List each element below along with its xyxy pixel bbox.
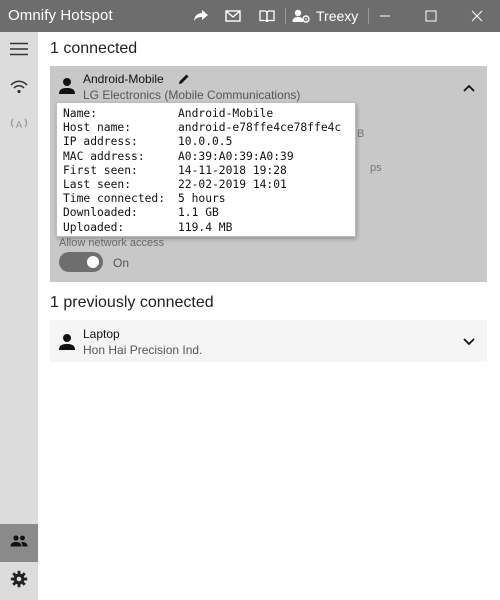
tooltip-value: 5 hours (178, 192, 226, 206)
tooltip-value: 22-02-2019 14:01 (178, 178, 287, 192)
sidebar-item-clients[interactable] (0, 524, 38, 562)
tooltip-key: Name: (63, 107, 98, 120)
gear-icon (10, 570, 28, 593)
minimize-button[interactable] (362, 0, 408, 32)
tooltip-value: 14-11-2018 19:28 (178, 163, 287, 177)
tooltip-row: IP address: 10.0.0.5 (63, 135, 349, 149)
device-name: Android-Mobile (83, 72, 164, 86)
share-icon[interactable] (190, 5, 212, 27)
app-title: Omnify Hotspot (8, 7, 113, 24)
tooltip-key: Last seen: (63, 178, 132, 192)
tooltip-value: 10.0.0.5 (178, 135, 233, 149)
hamburger-menu-icon (10, 42, 28, 61)
mail-icon[interactable] (222, 5, 244, 27)
title-bar: Omnify Hotspot Treexy (0, 0, 500, 32)
people-icon (10, 534, 28, 552)
menu-button[interactable] (0, 32, 38, 70)
toggle-state-label: On (113, 256, 130, 270)
chevron-down-icon[interactable] (461, 334, 477, 350)
device-vendor: LG Electronics (Mobile Communications) (83, 88, 301, 102)
tooltip-key: IP address: (63, 135, 138, 149)
tooltip-key: MAC address: (63, 149, 145, 163)
title-separator (285, 8, 286, 24)
person-icon (58, 77, 76, 95)
sidebar-item-antenna[interactable]: A (0, 108, 38, 146)
tooltip-row: Time connected: 5 hours (63, 192, 349, 206)
tooltip-key: Time connected: (63, 192, 166, 206)
sidebar: A (0, 32, 38, 600)
sidebar-item-settings[interactable] (0, 562, 38, 600)
tooltip-value: 1.1 GB (178, 206, 219, 220)
connected-heading: 1 connected (50, 40, 138, 57)
maximize-button[interactable] (408, 0, 454, 32)
device-name: Laptop (83, 327, 120, 341)
book-icon[interactable] (256, 5, 278, 27)
tooltip-value: 119.4 MB (178, 220, 233, 234)
tooltip-key: Uploaded: (63, 220, 125, 234)
allow-access-label: Allow network access (59, 237, 165, 249)
account-name[interactable]: Treexy (316, 8, 358, 24)
account-settings-icon[interactable] (290, 5, 312, 27)
tooltip-key: Downloaded: (63, 206, 138, 220)
antenna-icon: A (10, 117, 28, 138)
allow-access-toggle[interactable] (59, 252, 103, 272)
tooltip-value: Android-Mobile (178, 107, 274, 120)
tooltip-key: Host name: (63, 121, 132, 135)
tooltip-row: Uploaded: 119.4 MB (63, 221, 349, 235)
person-icon (58, 333, 76, 351)
tooltip-row: MAC address: A0:39:A0:39:A0:39 (63, 150, 349, 164)
sidebar-item-wifi[interactable] (0, 70, 38, 108)
toggle-knob (87, 256, 99, 268)
tooltip-row: Last seen: 22-02-2019 14:01 (63, 178, 349, 192)
previous-device-card[interactable]: Laptop Hon Hai Precision Ind. (50, 320, 487, 362)
tooltip-value: android-e78ffe4ce78ffe4c (178, 121, 342, 135)
wifi-icon (10, 79, 28, 99)
tooltip-row: Host name: android-e78ffe4ce78ffe4c (63, 121, 349, 135)
edit-pencil-icon[interactable] (178, 72, 192, 86)
tooltip-row: Name: Android-Mobile (63, 107, 349, 121)
device-details-tooltip: Name: Android-Mobile Host name: android-e7… (56, 102, 356, 237)
tooltip-key: First seen: (63, 163, 138, 177)
close-button[interactable] (454, 0, 500, 32)
obscured-speed-text: ps (370, 162, 382, 174)
tooltip-row: First seen: 14-11-2018 19:28 (63, 164, 349, 178)
tooltip-row: Downloaded: 1.1 GB (63, 206, 349, 220)
previous-heading: 1 previously connected (50, 294, 214, 311)
tooltip-value: A0:39:A0:39:A0:39 (178, 149, 294, 163)
device-vendor: Hon Hai Precision Ind. (83, 343, 203, 357)
obscured-usage-text: B (357, 128, 365, 140)
svg-text:A: A (16, 120, 23, 131)
chevron-up-icon[interactable] (461, 80, 477, 96)
